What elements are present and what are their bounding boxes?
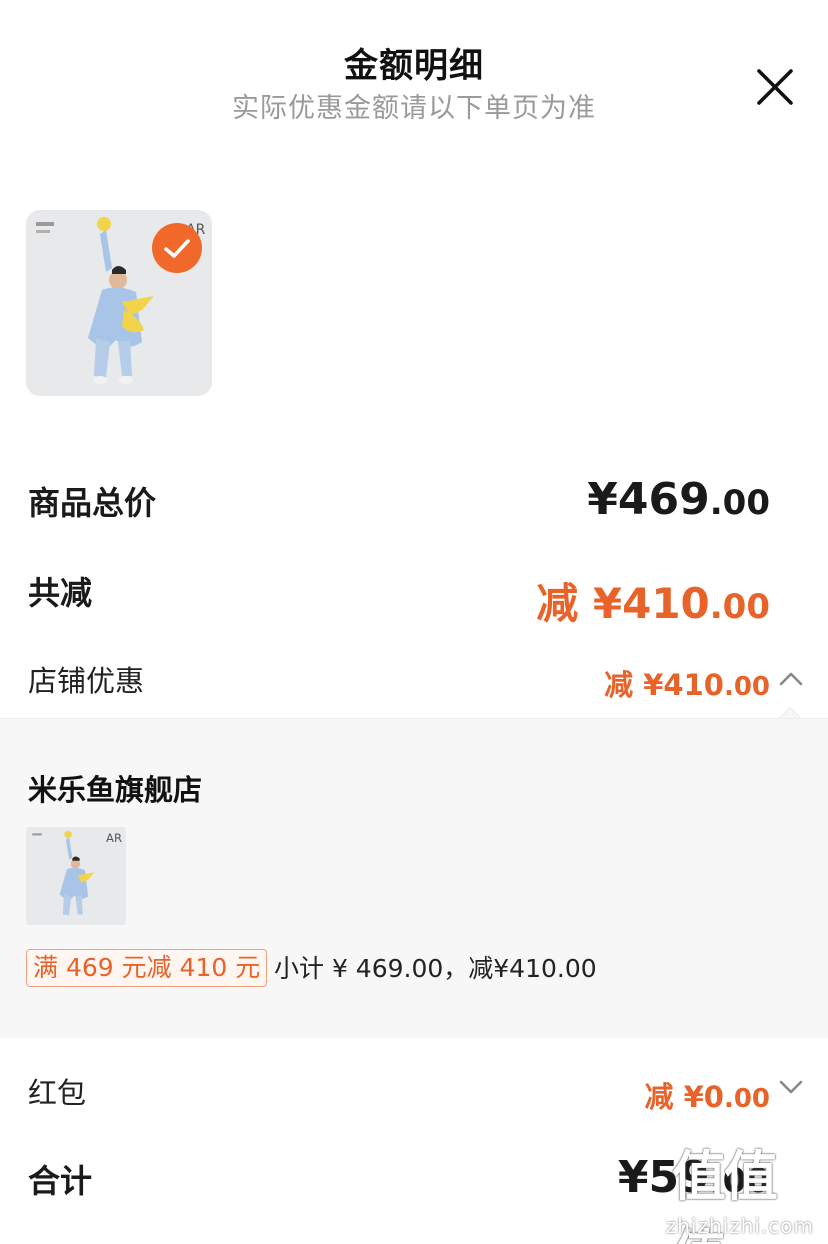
store-discount-int: 410 bbox=[663, 668, 724, 702]
row-total-price: 商品总价 ¥469.00 bbox=[0, 470, 828, 530]
store-discount-label: 店铺优惠 bbox=[28, 664, 145, 698]
amount-detail-sheet: 金额明细 实际优惠金额请以下单页为准 AR 商品总价 ¥469.00 共减 减 … bbox=[0, 0, 828, 1244]
promo-tag: 满 469 元减 410 元 bbox=[26, 949, 268, 987]
red-packet-cents: .00 bbox=[723, 1084, 770, 1114]
red-packet-label: 红包 bbox=[28, 1076, 87, 1110]
store-discount-panel: 米乐鱼旗舰店 AR 满 469 元减 410 元 小计 ¥ 469.00，减¥4… bbox=[0, 718, 828, 1038]
grand-total-label: 合计 bbox=[28, 1162, 93, 1200]
red-packet-prefix: 减 ¥ bbox=[644, 1080, 704, 1114]
price-cents: .00 bbox=[709, 483, 770, 523]
grand-total-currency: ¥ bbox=[617, 1152, 649, 1203]
discount-int: 410 bbox=[622, 579, 710, 628]
price-int: 469 bbox=[617, 474, 710, 525]
check-icon bbox=[164, 239, 190, 258]
selected-check-badge bbox=[152, 223, 202, 273]
total-discount-label: 共减 bbox=[28, 574, 93, 612]
currency-symbol: ¥ bbox=[587, 474, 618, 525]
sheet-header: 金额明细 实际优惠金额请以下单页为准 bbox=[0, 0, 828, 140]
discount-cents: .00 bbox=[709, 587, 770, 627]
site-watermark: 值值值 zhizhizhi.com bbox=[666, 1132, 822, 1244]
chevron-down-icon[interactable] bbox=[778, 1074, 804, 1100]
row-red-packet[interactable]: 红包 减 ¥0.00 bbox=[0, 1064, 828, 1124]
total-price-value: ¥469.00 bbox=[587, 474, 770, 525]
red-packet-value: 减 ¥0.00 bbox=[644, 1074, 770, 1116]
sheet-title: 金额明细 bbox=[344, 46, 484, 86]
store-discount-value: 减 ¥410.00 bbox=[604, 662, 770, 704]
row-store-discount[interactable]: 店铺优惠 减 ¥410.00 bbox=[0, 650, 828, 710]
svg-text:AR: AR bbox=[106, 831, 122, 845]
chevron-up-icon[interactable] bbox=[778, 666, 804, 692]
store-name: 米乐鱼旗舰店 bbox=[28, 773, 203, 807]
store-discount-cents: .00 bbox=[723, 672, 770, 702]
store-subtotal: 小计 ¥ 469.00，减¥410.00 bbox=[274, 954, 597, 983]
total-discount-value: 减 ¥410.00 bbox=[536, 570, 770, 631]
discount-prefix: 减 ¥ bbox=[536, 579, 623, 628]
row-total-discount: 共减 减 ¥410.00 bbox=[0, 560, 828, 628]
watermark-site: zhizhizhi.com bbox=[665, 1214, 814, 1238]
store-discount-prefix: 减 ¥ bbox=[604, 668, 664, 702]
close-icon[interactable] bbox=[752, 64, 798, 110]
red-packet-int: 0 bbox=[703, 1080, 724, 1114]
sheet-subtitle: 实际优惠金额请以下单页为准 bbox=[232, 93, 596, 124]
total-price-label: 商品总价 bbox=[28, 484, 157, 522]
store-product-image[interactable]: AR bbox=[26, 827, 126, 925]
